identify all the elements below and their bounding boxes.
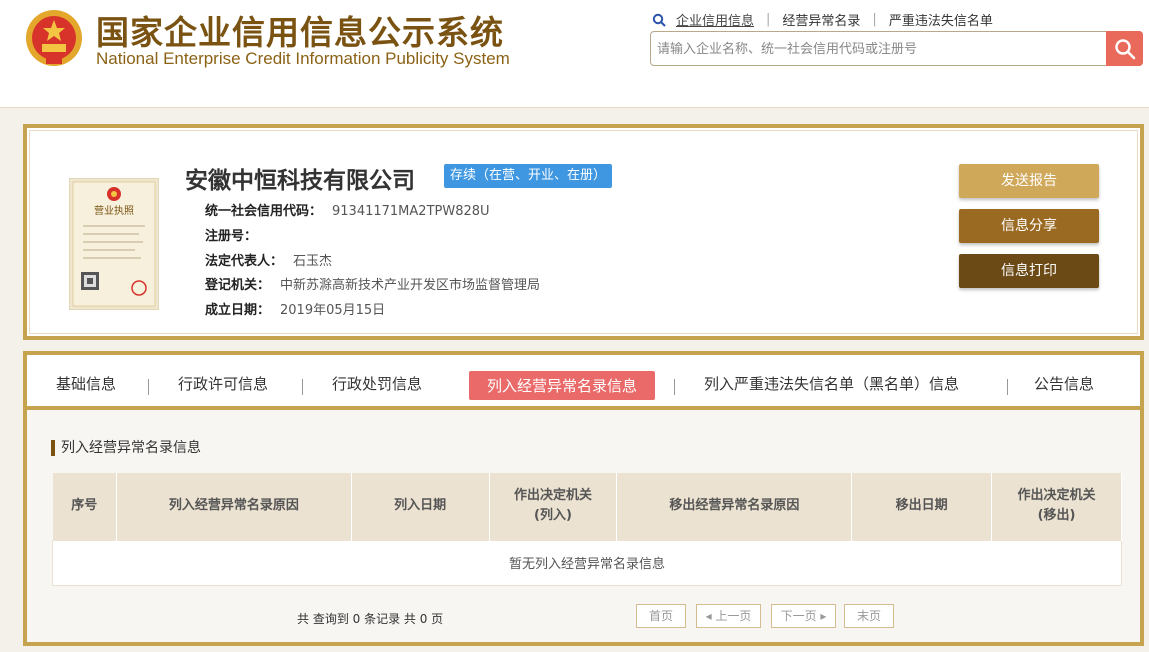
tab-separator — [1007, 379, 1008, 395]
site-title: 国家企业信用信息公示系统 — [96, 13, 504, 52]
tab-basic-info[interactable]: 基础信息 — [56, 373, 116, 394]
tab-blacklist[interactable]: 列入严重违法失信名单（黑名单）信息 — [704, 373, 959, 394]
company-name: 安徽中恒科技有限公司 — [185, 168, 415, 194]
tab-separator — [302, 379, 303, 395]
prev-page-button[interactable]: ◂ 上一页 — [696, 604, 761, 628]
first-page-button[interactable]: 首页 — [636, 604, 686, 628]
top-nav: 企业信用信息 | 经营异常名录 | 严重违法失信名单 — [652, 10, 993, 29]
col-header: 作出决定机关 (移出) — [991, 473, 1122, 540]
tab-abnormal-list[interactable]: 列入经营异常名录信息 — [469, 371, 656, 400]
col-header: 移出经营异常名录原因 — [616, 473, 853, 540]
field-registration-authority: 登记机关： 中新苏滁高新技术产业开发区市场监督管理局 — [205, 274, 540, 293]
print-button[interactable]: 信息打印 — [959, 254, 1099, 288]
share-button[interactable]: 信息分享 — [959, 209, 1099, 243]
tab-announcement[interactable]: 公告信息 — [1034, 373, 1094, 394]
search-button[interactable] — [1106, 31, 1143, 66]
field-value: 2019年05月15日 — [280, 303, 386, 318]
field-reg-number: 注册号： — [205, 225, 267, 244]
field-legal-rep: 法定代表人： 石玉杰 — [205, 250, 332, 269]
col-header: 移出日期 — [851, 473, 993, 540]
field-label: 成立日期： — [205, 303, 271, 318]
pagination-summary: 共 查询到 0 条记录 共 0 页 — [297, 612, 444, 626]
field-label: 法定代表人： — [205, 254, 284, 269]
search-icon — [652, 13, 666, 27]
detail-card: 基础信息 行政许可信息 行政处罚信息 列入经营异常名录信息 列入严重违法失信名单… — [23, 351, 1144, 646]
field-value: 石玉杰 — [293, 254, 333, 269]
tab-separator — [674, 379, 675, 395]
tab-separator — [148, 379, 149, 395]
search-input[interactable] — [657, 38, 1105, 60]
business-license-image[interactable]: 营业执照 — [69, 178, 159, 310]
field-value: 91341171MA2TPW828U — [332, 204, 490, 219]
col-header: 序号 — [52, 473, 117, 540]
col-header: 作出决定机关 (列入) — [489, 473, 618, 540]
last-page-button[interactable]: 末页 — [844, 604, 894, 628]
send-report-button[interactable]: 发送报告 — [959, 164, 1099, 198]
nav-blacklist[interactable]: 严重违法失信名单 — [889, 10, 993, 29]
search-box — [650, 31, 1143, 66]
field-value: 中新苏滁高新技术产业开发区市场监督管理局 — [280, 278, 541, 293]
nav-separator: | — [766, 12, 771, 27]
nav-separator: | — [872, 12, 877, 27]
company-card: 营业执照 安徽中恒科技有限公司 存续（在营、开业、在册） 统一社会信用代码： 91… — [23, 124, 1144, 340]
status-badge: 存续（在营、开业、在册） — [444, 164, 613, 188]
field-credit-code: 统一社会信用代码： 91341171MA2TPW828U — [205, 200, 490, 219]
site-subtitle: National Enterprise Credit Information P… — [96, 49, 510, 68]
tab-bar: 基础信息 行政许可信息 行政处罚信息 列入经营异常名录信息 列入严重违法失信名单… — [27, 355, 1140, 410]
section-title: 列入经营异常名录信息 — [51, 440, 201, 456]
abnormal-list-table: 序号 列入经营异常名录原因 列入日期 作出决定机关 (列入) 移出经营异常名录原… — [52, 473, 1122, 586]
col-header: 列入经营异常名录原因 — [116, 473, 352, 540]
national-emblem-icon — [26, 10, 82, 66]
field-established-date: 成立日期： 2019年05月15日 — [205, 299, 385, 318]
table-row: 暂无列入经营异常名录信息 — [52, 539, 1122, 586]
col-header: 列入日期 — [351, 473, 490, 540]
table-header-row: 序号 列入经营异常名录原因 列入日期 作出决定机关 (列入) 移出经营异常名录原… — [52, 473, 1122, 540]
tab-admin-penalty[interactable]: 行政处罚信息 — [332, 373, 422, 394]
next-page-button[interactable]: 下一页 ▸ — [771, 604, 836, 628]
tab-admin-license[interactable]: 行政许可信息 — [178, 373, 268, 394]
nav-abnormal-list[interactable]: 经营异常名录 — [782, 10, 860, 29]
license-caption: 营业执照 — [94, 204, 134, 217]
empty-message: 暂无列入经营异常名录信息 — [52, 539, 1122, 586]
site-header: 国家企业信用信息公示系统 National Enterprise Credit … — [0, 0, 1149, 108]
field-label: 登记机关： — [205, 278, 271, 293]
field-label: 统一社会信用代码： — [205, 204, 323, 219]
magnifier-icon — [1114, 38, 1135, 59]
field-label: 注册号： — [205, 229, 258, 244]
nav-credit-info[interactable]: 企业信用信息 — [676, 10, 754, 29]
